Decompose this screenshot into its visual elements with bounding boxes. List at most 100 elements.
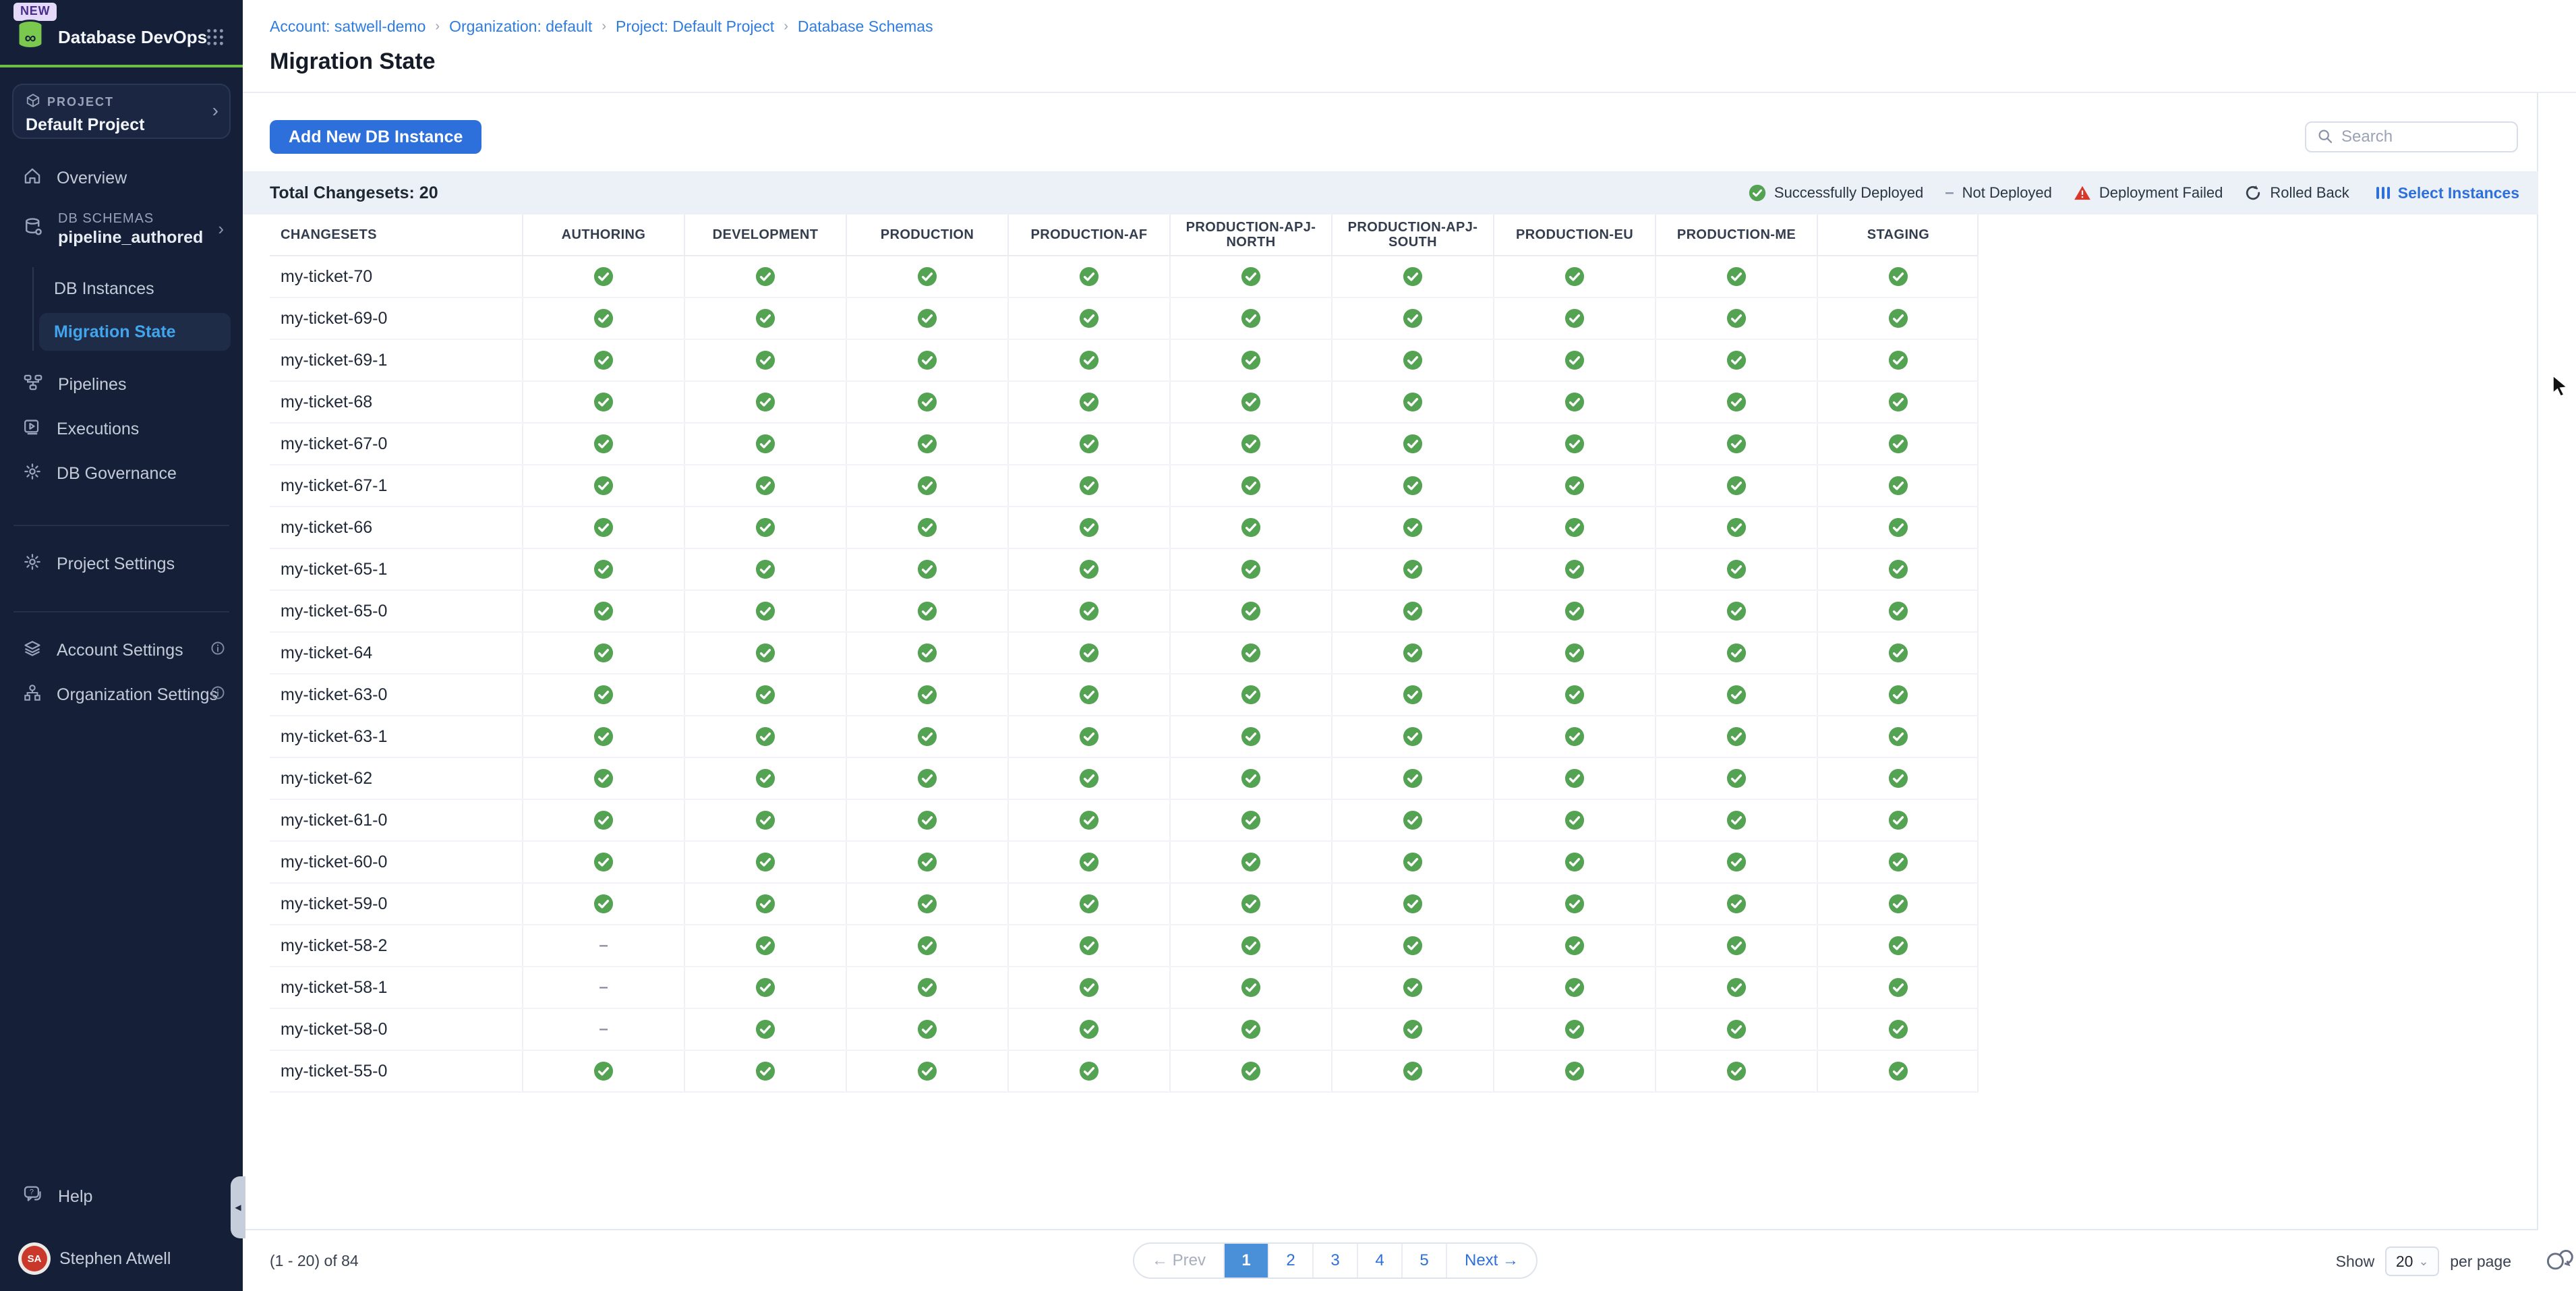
- sidebar-item-label: Account Settings: [57, 641, 183, 660]
- sidebar-item-account-settings[interactable]: Account Settings: [0, 630, 243, 670]
- status-deployed-icon: [1403, 936, 1423, 956]
- status-cell: –: [522, 1009, 684, 1050]
- changeset-name: my-ticket-65-0: [270, 591, 522, 631]
- search-input[interactable]: [2341, 127, 2506, 146]
- status-cell: [1817, 967, 1979, 1008]
- status-cell: [1331, 507, 1493, 548]
- status-cell: [684, 884, 846, 924]
- page-number-button[interactable]: 2: [1268, 1244, 1312, 1278]
- status-deployed-icon: [917, 601, 937, 621]
- status-cell: [1493, 758, 1655, 799]
- show-label: Show: [2336, 1253, 2375, 1271]
- status-cell: [684, 1009, 846, 1050]
- status-cell: [1655, 382, 1817, 422]
- table-row: my-ticket-67-0: [270, 424, 1979, 465]
- search-box[interactable]: [2305, 121, 2518, 152]
- status-deployed-icon: [1888, 852, 1908, 872]
- project-selector[interactable]: PROJECT Default Project ›: [12, 84, 231, 139]
- status-deployed-icon: [1726, 726, 1747, 747]
- app-launcher-icon[interactable]: [205, 27, 225, 53]
- status-deployed-icon: [1241, 810, 1261, 830]
- status-cell: [1007, 884, 1169, 924]
- home-icon: [23, 167, 42, 190]
- status-deployed-icon: [917, 852, 937, 872]
- status-deployed-icon: [1403, 601, 1423, 621]
- sidebar-item-pipelines[interactable]: Pipelines: [0, 364, 243, 405]
- status-cell: [1817, 382, 1979, 422]
- status-deployed-icon: [1403, 1061, 1423, 1081]
- page-size-select[interactable]: 20 ⌄: [2385, 1246, 2439, 1276]
- status-cell: [522, 340, 684, 380]
- status-deployed-icon: [593, 768, 614, 788]
- status-deployed-icon: [1564, 434, 1585, 454]
- status-deployed-icon: [1888, 559, 1908, 579]
- status-deployed-icon: [1726, 601, 1747, 621]
- status-deployed-icon: [917, 643, 937, 663]
- pagination: ← Prev 12345 Next →: [1133, 1242, 1538, 1279]
- changeset-name: my-ticket-55-0: [270, 1051, 522, 1091]
- page-number-button[interactable]: 1: [1223, 1244, 1268, 1278]
- sidebar-item-executions[interactable]: Executions: [0, 409, 243, 449]
- legend-item: Deployment Failed: [2074, 184, 2223, 202]
- sidebar-item-project-settings[interactable]: Project Settings: [0, 544, 243, 584]
- avatar: SA: [22, 1246, 47, 1271]
- sidebar-divider: [13, 611, 229, 612]
- sidebar-item-organization-settings[interactable]: Organization Settings: [0, 675, 243, 715]
- status-cell: [846, 1009, 1007, 1050]
- page-number-list: 12345: [1223, 1244, 1446, 1278]
- sidebar-item-db-schemas[interactable]: DB SCHEMAS pipeline_authored ›: [0, 200, 243, 259]
- changeset-name: my-ticket-60-0: [270, 842, 522, 882]
- sidebar-item-label: Project Settings: [57, 554, 175, 574]
- gear-icon: [23, 462, 42, 486]
- breadcrumb-project[interactable]: Project: Default Project: [616, 18, 774, 36]
- breadcrumb-organization[interactable]: Organization: default: [449, 18, 592, 36]
- page-number-button[interactable]: 4: [1357, 1244, 1401, 1278]
- legend-label: Deployment Failed: [2099, 184, 2223, 202]
- status-deployed-icon: [917, 1061, 937, 1081]
- status-deployed-icon: [917, 266, 937, 287]
- sidebar-item-label: Pipelines: [58, 375, 126, 395]
- status-cell: [684, 549, 846, 590]
- status-deployed-icon: [1241, 350, 1261, 370]
- status-deployed-icon: [1403, 517, 1423, 538]
- breadcrumb-account[interactable]: Account: satwell-demo: [270, 18, 426, 36]
- top-band: Account: satwell-demo › Organization: de…: [243, 0, 2576, 93]
- user-menu[interactable]: SA Stephen Atwell: [0, 1241, 243, 1276]
- select-instances-button[interactable]: Select Instances: [2376, 184, 2519, 202]
- mouse-cursor: [2552, 375, 2571, 402]
- status-deployed-icon: [755, 768, 775, 788]
- status-deployed-icon: [917, 936, 937, 956]
- status-deployed-icon: [1726, 894, 1747, 914]
- status-cell: [1817, 1051, 1979, 1091]
- status-cell: [1169, 256, 1331, 297]
- status-deployed-icon: [1564, 810, 1585, 830]
- sidebar-item-db-governance[interactable]: DB Governance: [0, 453, 243, 494]
- add-db-instance-button[interactable]: Add New DB Instance: [270, 120, 481, 154]
- next-page-button[interactable]: Next →: [1446, 1244, 1536, 1278]
- status-cell: [1007, 925, 1169, 966]
- legend-label: Successfully Deployed: [1774, 184, 1923, 202]
- status-deployed-icon: [1888, 308, 1908, 328]
- sidebar-item-migration-state[interactable]: Migration State: [39, 313, 231, 351]
- sidebar-item-help[interactable]: ? Help: [0, 1179, 243, 1214]
- status-deployed-icon: [755, 643, 775, 663]
- status-deployed-icon: [755, 852, 775, 872]
- status-deployed-icon: [593, 350, 614, 370]
- status-cell: [1817, 925, 1979, 966]
- status-deployed-icon: [1079, 643, 1099, 663]
- help-chat-icon: ?: [23, 1184, 43, 1209]
- info-icon: [210, 641, 225, 660]
- table-row: my-ticket-65-0: [270, 591, 1979, 633]
- page-number-button[interactable]: 3: [1312, 1244, 1357, 1278]
- status-deployed-icon: [755, 685, 775, 705]
- sidebar-item-overview[interactable]: Overview: [0, 158, 243, 198]
- breadcrumb-database-schemas[interactable]: Database Schemas: [798, 18, 933, 36]
- status-deployed-icon: [1564, 852, 1585, 872]
- page-number-button[interactable]: 5: [1401, 1244, 1446, 1278]
- status-deployed-icon: [1888, 1019, 1908, 1039]
- table-row: my-ticket-66: [270, 507, 1979, 549]
- sidebar-collapse-handle[interactable]: ◀: [231, 1176, 245, 1238]
- chat-widget-icon[interactable]: [2544, 1245, 2573, 1280]
- sidebar-item-db-instances[interactable]: DB Instances: [54, 279, 154, 299]
- prev-page-button[interactable]: ← Prev: [1134, 1244, 1223, 1278]
